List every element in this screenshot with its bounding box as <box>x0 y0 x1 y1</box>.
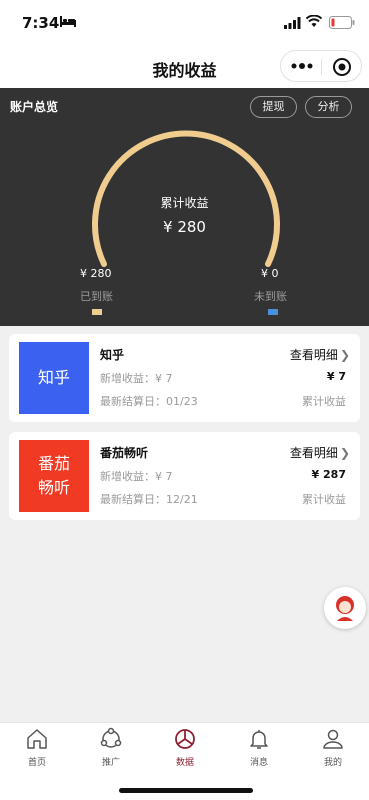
fanqie-logo: 番茄畅听 <box>19 440 89 512</box>
card-name: 知乎 <box>100 348 125 362</box>
status-bar: 7:34 <box>0 0 369 44</box>
nav-bar: 我的收益 <box>0 44 369 88</box>
tab-label: 首页 <box>27 758 46 768</box>
analysis-button[interactable]: 分析 <box>305 96 352 118</box>
chevron-right-icon: ❯ <box>339 446 350 460</box>
new-income: 新增收益：¥ 7 <box>100 372 173 385</box>
fanqie-logo-text: 番茄畅听 <box>37 454 70 497</box>
close-program-icon[interactable] <box>332 57 352 77</box>
view-details-link[interactable]: 查看明细 ❯ <box>290 346 350 363</box>
overview-title: 账户总览 <box>10 100 59 114</box>
new-income: 新增收益：¥ 7 <box>100 470 173 483</box>
total-income-value: ¥ 280 <box>163 218 206 236</box>
home-indicator <box>119 788 253 793</box>
battery-low-icon <box>329 16 355 29</box>
tab-label: 消息 <box>249 758 268 768</box>
withdraw-button[interactable]: 提现 <box>250 96 297 118</box>
bottom-tab-bar: 首页 推广 数据 消息 我的 <box>0 722 369 800</box>
tab-promote[interactable]: 推广 <box>86 727 136 768</box>
total-income-label: 累计收益 <box>160 196 209 210</box>
user-icon <box>323 729 343 749</box>
card-total-label: 累计收益 <box>302 493 346 506</box>
view-details-label: 查看明细 <box>289 446 338 460</box>
zhihu-logo: 知乎 <box>19 342 89 414</box>
tab-label: 数据 <box>175 758 194 768</box>
card-total-label: 累计收益 <box>302 395 346 408</box>
capsule-divider <box>321 59 322 75</box>
unsettled-legend-swatch <box>268 309 278 315</box>
chevron-right-icon: ❯ <box>339 348 350 362</box>
card-name: 番茄畅听 <box>100 446 149 460</box>
income-card-fanqie[interactable]: 番茄畅听 番茄畅听 新增收益：¥ 7 最新结算日：12/21 查看明细 ❯ ¥ 2… <box>9 432 360 520</box>
tab-mine[interactable]: 我的 <box>308 727 358 768</box>
tab-label: 我的 <box>323 758 342 768</box>
unsettled-label: 未到账 <box>254 290 287 303</box>
bell-icon <box>250 730 268 749</box>
home-icon <box>27 729 47 749</box>
settled-label: 已到账 <box>80 290 113 303</box>
view-details-link[interactable]: 查看明细 ❯ <box>290 444 350 461</box>
card-total: ¥ 287 <box>311 468 346 481</box>
wifi-icon <box>306 15 322 27</box>
signal-icon <box>284 17 301 29</box>
tab-messages[interactable]: 消息 <box>234 727 284 768</box>
account-overview-panel: 账户总览 提现 分析 累计收益 ¥ 280 ¥ 280 ¥ 0 已到账 未到账 <box>0 88 369 326</box>
status-time: 7:34 <box>22 14 60 32</box>
sleep-icon <box>60 16 76 27</box>
customer-service-button[interactable] <box>324 587 366 629</box>
more-icon[interactable] <box>291 61 313 71</box>
pie-chart-icon <box>175 729 195 749</box>
card-total: ¥ 7 <box>326 370 346 383</box>
tab-home[interactable]: 首页 <box>12 727 62 768</box>
share-icon <box>100 727 122 748</box>
service-avatar-icon <box>336 596 354 621</box>
unsettled-value: ¥ 0 <box>261 267 279 280</box>
settled-value: ¥ 280 <box>80 267 112 280</box>
mini-program-capsule <box>280 50 362 82</box>
income-card-zhihu[interactable]: 知乎 知乎 新增收益：¥ 7 最新结算日：01/23 查看明细 ❯ ¥ 7 累计收… <box>9 334 360 422</box>
last-settle-date: 最新结算日：01/23 <box>100 395 198 408</box>
income-gauge <box>92 130 280 267</box>
tab-label: 推广 <box>101 758 120 768</box>
settled-legend-swatch <box>92 309 102 315</box>
view-details-label: 查看明细 <box>289 348 338 362</box>
tab-data[interactable]: 数据 <box>160 727 210 768</box>
last-settle-date: 最新结算日：12/21 <box>100 493 198 506</box>
